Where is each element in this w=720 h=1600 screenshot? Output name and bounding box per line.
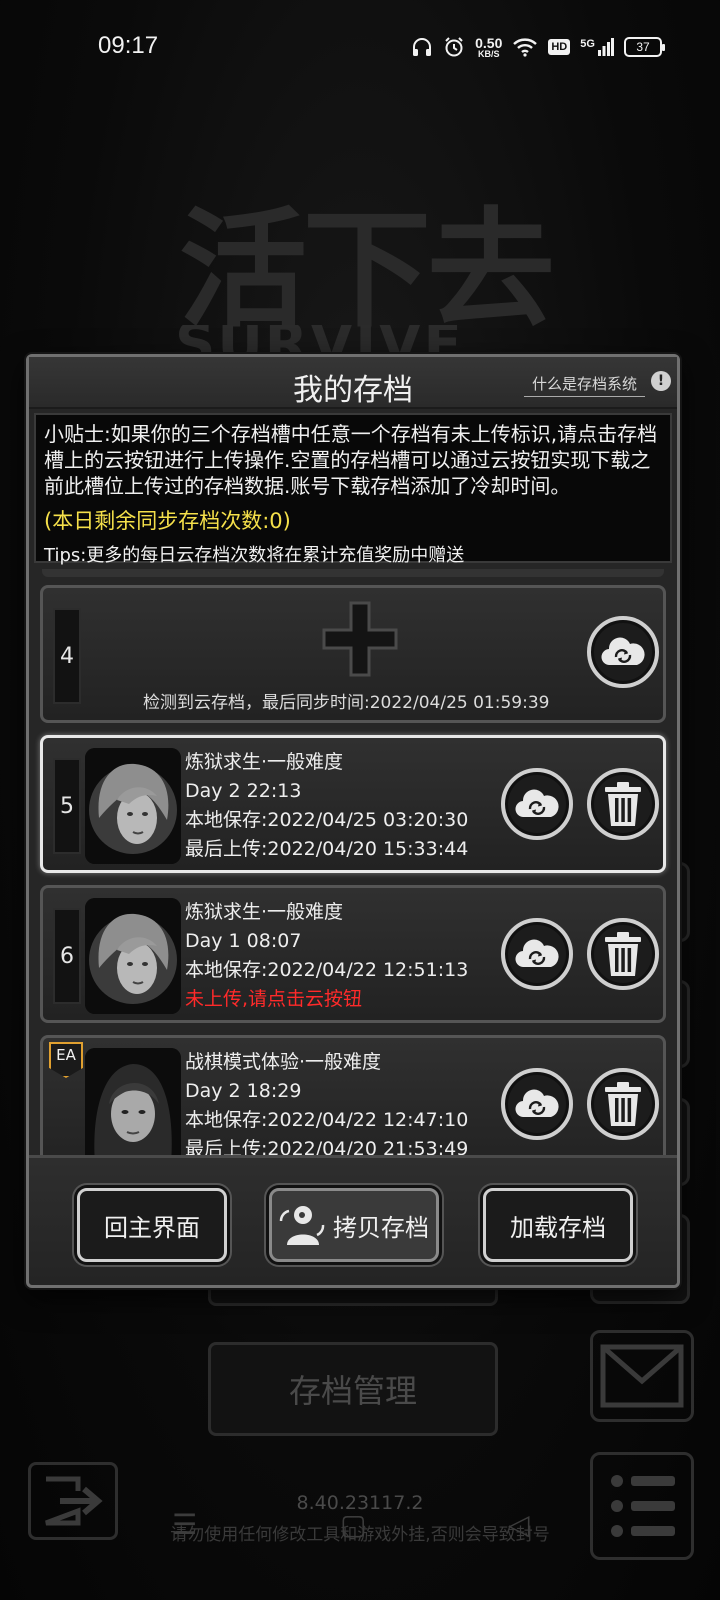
cloud-sync-icon	[601, 637, 645, 666]
copy-save-button[interactable]: 拷贝存档	[269, 1188, 439, 1262]
list-edge	[42, 569, 664, 577]
cloud-sync-icon	[515, 939, 559, 968]
signal-icon: 5G	[580, 38, 614, 56]
save-manage-button[interactable]: 存档管理	[208, 1342, 498, 1436]
survivor-portrait	[85, 1048, 181, 1155]
slot-day: Day 1 08:07	[185, 930, 302, 952]
slot-local-save: 本地保存:2022/04/25 03:20:30	[185, 809, 469, 831]
nav-home-icon[interactable]: ▢	[340, 1508, 366, 1541]
save-slot-list[interactable]: 4 检测到云存档，最后同步时间:2022/04/25 01:59:39 5 炼狱…	[34, 569, 672, 1155]
save-slot-ea[interactable]: EA 战棋模式体验·一般难度 Day 2 18:29 本地保存:2022/04/…	[40, 1035, 666, 1155]
slot-day: Day 2 22:13	[185, 780, 302, 802]
cloud-button[interactable]	[587, 616, 659, 688]
tips-extra: Tips:更多的每日云存档次数将在累计充值奖励中赠送	[44, 545, 465, 566]
save-dialog: 我的存档 什么是存档系统 ! 小贴士:如果你的三个存档槽中任意一个存档有未上传标…	[26, 354, 680, 1288]
dialog-header: 我的存档 什么是存档系统 !	[29, 357, 677, 409]
slot-local-save: 本地保存:2022/04/22 12:47:10	[185, 1109, 469, 1131]
nav-back-icon[interactable]: ◁	[508, 1508, 530, 1541]
info-icon[interactable]: !	[651, 371, 671, 391]
save-slot-5[interactable]: 5 炼狱求生·一般难度 Day 2 22:13 本地保存:2022/04/25 …	[40, 735, 666, 873]
slot-last-upload: 最后上传:2022/04/20 21:53:49	[185, 1138, 469, 1155]
delete-button[interactable]	[587, 918, 659, 990]
status-icons: 0.50 KB/S HD 5G 37	[411, 32, 665, 62]
slot-info: 炼狱求生·一般难度 Day 1 08:07 本地保存:2022/04/22 12…	[185, 898, 468, 1014]
trash-icon	[605, 1082, 641, 1126]
cloud-button[interactable]	[501, 918, 573, 990]
slot-day: Day 2 18:29	[185, 1080, 302, 1102]
cloud-sync-icon	[515, 1089, 559, 1118]
battery-indicator: 37	[624, 37, 665, 57]
cloud-sync-icon	[515, 789, 559, 818]
slot-number: 6	[53, 908, 81, 1004]
copy-save-label: 拷贝存档	[333, 1213, 429, 1242]
trash-icon	[605, 932, 641, 976]
net-speed-value: 0.50	[475, 34, 503, 51]
net-speed: 0.50 KB/S	[475, 36, 502, 59]
status-bar: 09:17 0.50 KB/S HD 5G 37	[0, 0, 720, 92]
tips-box: 小贴士:如果你的三个存档槽中任意一个存档有未上传标识,请点击存档槽上的云按钮进行…	[34, 413, 672, 566]
help-link[interactable]: 什么是存档系统	[523, 373, 645, 397]
nav-menu-icon[interactable]: ☰	[172, 1508, 197, 1541]
load-save-button[interactable]: 加载存档	[483, 1188, 633, 1262]
alarm-icon	[445, 37, 463, 57]
cloud-sync-status: 检测到云存档，最后同步时间:2022/04/25 01:59:39	[143, 693, 550, 713]
avatar	[85, 898, 181, 1014]
avatar	[85, 748, 181, 864]
cloud-button[interactable]	[501, 1068, 573, 1140]
slot-number: 5	[53, 758, 81, 854]
headphones-icon	[413, 38, 432, 56]
tips-text: 小贴士:如果你的三个存档槽中任意一个存档有未上传标识,请点击存档槽上的云按钮进行…	[44, 422, 658, 498]
copy-person-icon	[279, 1206, 325, 1245]
save-slot-4[interactable]: 4 检测到云存档，最后同步时间:2022/04/25 01:59:39	[40, 585, 666, 723]
survivor-portrait	[85, 748, 181, 864]
slot-mode: 炼狱求生·一般难度	[185, 751, 344, 773]
avatar	[85, 1048, 181, 1155]
trash-icon	[605, 782, 641, 826]
cloud-button[interactable]	[501, 768, 573, 840]
slot-local-save: 本地保存:2022/04/22 12:51:13	[185, 959, 469, 981]
slot-mode: 炼狱求生·一般难度	[185, 901, 344, 923]
load-save-label: 加载存档	[510, 1213, 606, 1242]
wifi-icon	[513, 38, 538, 57]
survivor-portrait	[85, 898, 181, 1014]
back-to-main-button[interactable]: 回主界面	[77, 1188, 227, 1262]
status-time: 09:17	[98, 32, 159, 59]
hd-badge: HD	[548, 39, 571, 55]
mail-icon	[600, 1344, 684, 1408]
net-speed-unit: KB/S	[477, 48, 500, 59]
dialog-footer: 回主界面 拷贝存档 加载存档	[29, 1155, 677, 1285]
plus-icon[interactable]	[321, 600, 399, 678]
back-to-main-label: 回主界面	[104, 1213, 200, 1242]
slot-number: 4	[53, 608, 81, 704]
slot-last-upload: 最后上传:2022/04/20 15:33:44	[185, 838, 469, 860]
not-uploaded-warning: 未上传,请点击云按钮	[185, 988, 363, 1010]
slot-info: 战棋模式体验·一般难度 Day 2 18:29 本地保存:2022/04/22 …	[185, 1048, 468, 1155]
save-slot-6[interactable]: 6 炼狱求生·一般难度 Day 1 08:07 本地保存:2022/04/22 …	[40, 885, 666, 1023]
remaining-sync-count: (本日剩余同步存档次数:0)	[44, 509, 291, 533]
delete-button[interactable]	[587, 768, 659, 840]
slot-mode: 战棋模式体验·一般难度	[185, 1051, 382, 1073]
ea-badge: EA	[49, 1042, 83, 1078]
delete-button[interactable]	[587, 1068, 659, 1140]
signal-label: 5G	[580, 38, 595, 50]
slot-info: 炼狱求生·一般难度 Day 2 22:13 本地保存:2022/04/25 03…	[185, 748, 468, 864]
mail-button[interactable]	[590, 1330, 694, 1422]
